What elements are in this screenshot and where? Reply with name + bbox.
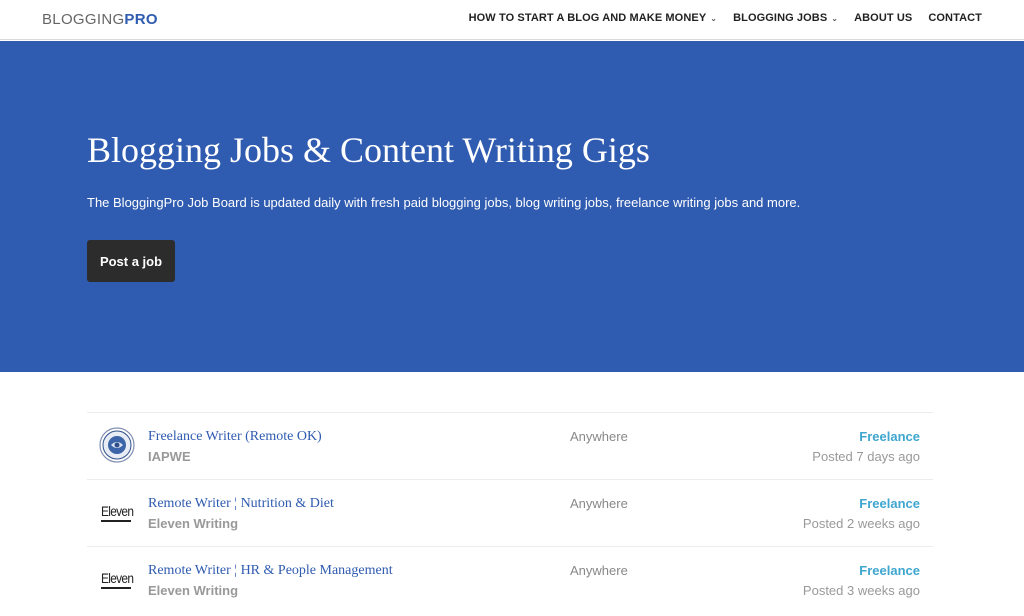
nav-item-label: ABOUT US <box>854 12 913 24</box>
nav-item-label: BLOGGING JOBS <box>733 12 828 24</box>
logo-part-blogging: BLOGGING <box>42 11 125 28</box>
site-header: BLOGGINGPRO HOW TO START A BLOG AND MAKE… <box>0 0 1024 40</box>
job-posted-date: Posted 7 days ago <box>812 449 920 464</box>
job-list: Freelance Writer (Remote OK) IAPWE Anywh… <box>87 412 933 613</box>
eleven-logo-underline <box>101 587 131 589</box>
hero-subtitle: The BloggingPro Job Board is updated dai… <box>87 195 801 210</box>
site-logo[interactable]: BLOGGINGPRO <box>42 11 158 28</box>
nav-item-contact[interactable]: CONTACT <box>928 12 982 24</box>
job-type-badge: Freelance <box>859 429 920 444</box>
nav-item-blogging-jobs[interactable]: BLOGGING JOBS ⌄ <box>733 12 838 24</box>
job-type-badge: Freelance <box>859 496 920 511</box>
eleven-logo-icon: Eleven <box>99 561 135 597</box>
job-location: Anywhere <box>570 429 628 444</box>
job-location: Anywhere <box>570 496 628 511</box>
eleven-logo-mark: Eleven <box>101 503 134 519</box>
chevron-down-icon: ⌄ <box>710 13 718 23</box>
job-posted-date: Posted 2 weeks ago <box>802 516 920 531</box>
nav-item-about-us[interactable]: ABOUT US <box>854 12 912 24</box>
job-type-badge: Freelance <box>859 563 920 578</box>
job-posted-date: Posted 3 weeks ago <box>802 583 920 598</box>
job-row[interactable]: Eleven Remote Writer ¦ Nutrition & Diet … <box>87 479 933 546</box>
eleven-logo-icon: Eleven <box>99 494 135 530</box>
eleven-logo-underline <box>101 520 131 522</box>
nav-item-label: CONTACT <box>928 12 982 24</box>
nav-item-start-blog[interactable]: HOW TO START A BLOG AND MAKE MONEY ⌄ <box>469 12 717 24</box>
page-title: Blogging Jobs & Content Writing Gigs <box>87 130 650 170</box>
job-title-link[interactable]: Remote Writer ¦ HR & People Management <box>148 563 393 579</box>
logo-part-pro: PRO <box>124 11 158 28</box>
job-location: Anywhere <box>570 563 628 578</box>
job-company: Eleven Writing <box>148 583 239 598</box>
job-company: IAPWE <box>148 449 191 464</box>
eleven-logo-mark: Eleven <box>101 570 134 586</box>
post-job-button[interactable]: Post a job <box>87 240 175 282</box>
chevron-down-icon: ⌄ <box>831 13 839 23</box>
main-nav: HOW TO START A BLOG AND MAKE MONEY ⌄ BLO… <box>453 12 982 24</box>
iapwe-seal-icon <box>99 427 135 463</box>
job-title-link[interactable]: Freelance Writer (Remote OK) <box>148 429 322 445</box>
nav-item-label: HOW TO START A BLOG AND MAKE MONEY <box>468 12 707 24</box>
hero-banner: Blogging Jobs & Content Writing Gigs The… <box>0 41 1024 372</box>
job-company: Eleven Writing <box>148 516 239 531</box>
job-title-link[interactable]: Remote Writer ¦ Nutrition & Diet <box>148 496 334 512</box>
job-row[interactable]: Freelance Writer (Remote OK) IAPWE Anywh… <box>87 412 933 479</box>
job-row[interactable]: Eleven Remote Writer ¦ HR & People Manag… <box>87 546 933 613</box>
